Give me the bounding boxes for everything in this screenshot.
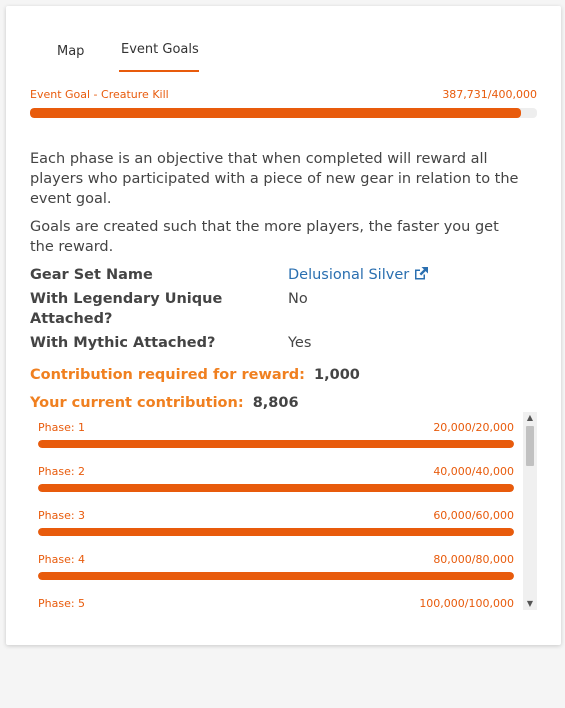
description-paragraph-2: Goals are created such that the more pla… xyxy=(30,219,499,255)
phase-progress-text: 60,000/60,000 xyxy=(433,509,514,522)
phase-item: Phase: 2 40,000/40,000 xyxy=(38,456,514,500)
phase-progress-text: 80,000/80,000 xyxy=(433,553,514,566)
phase-label: Phase: 1 xyxy=(38,421,86,434)
phase-item: Phase: 4 80,000/80,000 xyxy=(38,544,514,588)
phase-progress-fill xyxy=(38,440,514,448)
mythic-value: Yes xyxy=(288,335,312,351)
mythic-label: With Mythic Attached? xyxy=(30,335,216,351)
phase-progress-fill xyxy=(38,484,514,492)
event-goals-panel: Map Event Goals Event Goal - Creature Ki… xyxy=(6,6,561,645)
event-goal-progress-fill xyxy=(30,108,522,118)
phase-progress-bar xyxy=(38,484,514,492)
description-paragraph-1: Each phase is an objective that when com… xyxy=(30,151,519,207)
tab-event-goals[interactable]: Event Goals xyxy=(121,42,199,57)
gear-set-name-label: Gear Set Name xyxy=(30,267,153,283)
phase-progress-text: 100,000/100,000 xyxy=(419,597,514,610)
phase-progress-bar xyxy=(38,572,514,580)
phase-progress-text: 20,000/20,000 xyxy=(433,421,514,434)
phases-scrollbar[interactable]: ▲ ▼ xyxy=(523,412,537,610)
legendary-label: With Legendary Unique Attached? xyxy=(30,291,223,327)
phase-label: Phase: 2 xyxy=(38,465,86,478)
contribution-required: Contribution required for reward: 1,000 xyxy=(30,365,360,385)
contribution-current-value: 8,806 xyxy=(252,395,299,411)
phase-progress-fill xyxy=(38,572,514,580)
phase-item: Phase: 1 20,000/20,000 xyxy=(38,412,514,456)
contribution-required-value: 1,000 xyxy=(314,367,360,383)
active-tab-indicator xyxy=(119,70,199,72)
phase-item: Phase: 3 60,000/60,000 xyxy=(38,500,514,544)
phase-progress-text: 40,000/40,000 xyxy=(433,465,514,478)
phase-progress-bar xyxy=(38,440,514,448)
phase-item: Phase: 5 100,000/100,000 xyxy=(38,588,514,610)
event-goal-progress-text: 387,731/400,000 xyxy=(442,88,537,101)
contribution-required-label: Contribution required for reward: xyxy=(30,367,305,383)
gear-set-name-link[interactable]: Delusional Silver xyxy=(288,265,429,287)
scrollbar-thumb[interactable] xyxy=(526,426,534,466)
contribution-current-label: Your current contribution: xyxy=(30,395,244,411)
tab-map[interactable]: Map xyxy=(57,44,84,59)
phase-progress-bar xyxy=(38,528,514,536)
event-goal-progress-bar xyxy=(30,108,537,118)
phase-progress-fill xyxy=(38,528,514,536)
event-goal-header: Event Goal - Creature Kill 387,731/400,0… xyxy=(30,88,537,102)
phase-label: Phase: 3 xyxy=(38,509,86,522)
tab-bar: Map Event Goals xyxy=(6,6,561,76)
contribution-current: Your current contribution: 8,806 xyxy=(30,393,299,413)
scroll-down-arrow-icon[interactable]: ▼ xyxy=(523,598,537,610)
phase-label: Phase: 5 xyxy=(38,597,86,610)
phase-label: Phase: 4 xyxy=(38,553,86,566)
external-link-icon[interactable] xyxy=(413,266,429,287)
phases-list[interactable]: Phase: 1 20,000/20,000 Phase: 2 40,000/4… xyxy=(30,412,537,610)
event-goal-label: Event Goal - Creature Kill xyxy=(30,88,169,101)
scroll-up-arrow-icon[interactable]: ▲ xyxy=(523,412,537,424)
legendary-value: No xyxy=(288,291,308,307)
gear-set-name-value[interactable]: Delusional Silver xyxy=(288,267,409,283)
